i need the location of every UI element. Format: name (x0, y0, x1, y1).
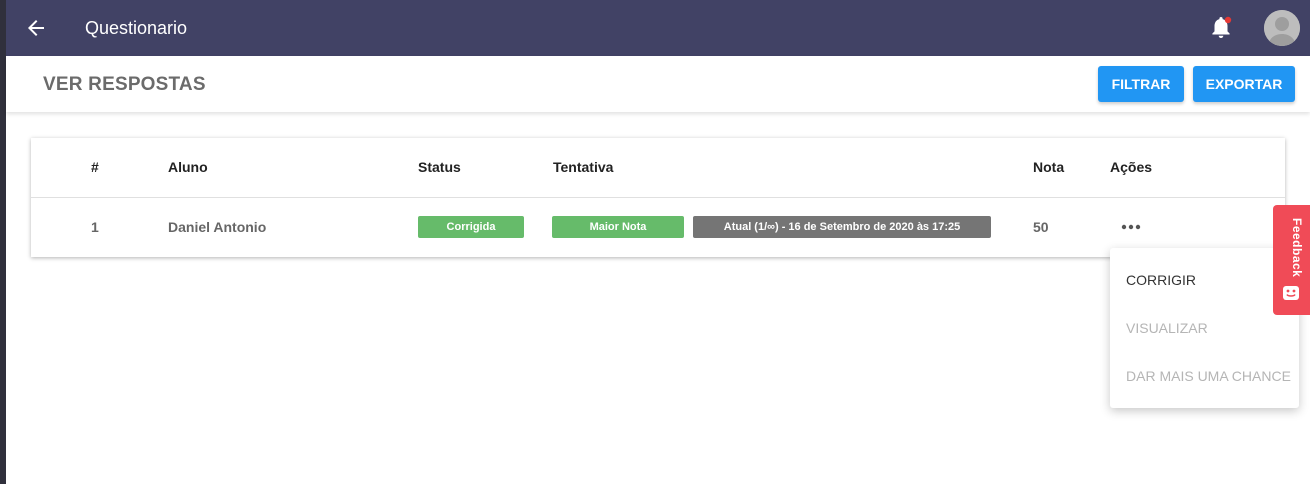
user-silhouette-icon (1264, 10, 1300, 46)
filter-button[interactable]: FILTRAR (1098, 66, 1184, 102)
row-index: 1 (91, 219, 99, 235)
more-horizontal-icon (1121, 224, 1141, 230)
top-app-bar: Questionario (6, 0, 1310, 56)
export-button[interactable]: EXPORTAR (1193, 66, 1295, 102)
feedback-tab[interactable]: Feedback (1273, 205, 1310, 315)
column-header-attempt: Tentativa (553, 159, 614, 175)
menu-item-dar-mais-uma-chance[interactable]: DAR MAIS UMA CHANCE (1126, 368, 1291, 384)
column-header-actions: Ações (1110, 159, 1153, 175)
best-grade-badge: Maior Nota (552, 216, 684, 238)
arrow-left-icon (28, 20, 44, 36)
app-title: Questionario (85, 18, 188, 38)
attempt-badge: Atual (1/∞) - 16 de Setembro de 2020 às … (693, 216, 991, 238)
column-header-student: Aluno (168, 159, 208, 175)
row-grade: 50 (1033, 219, 1049, 235)
row-actions-button[interactable] (1121, 218, 1143, 232)
column-header-grade: Nota (1033, 159, 1065, 175)
column-header-index: # (91, 159, 99, 175)
bell-icon (1212, 16, 1232, 38)
responses-table: # Aluno Status Tentativa Nota Ações 1 Da… (31, 138, 1285, 257)
row-actions-menu: CORRIGIR VISUALIZAR DAR MAIS UMA CHANCE (1110, 248, 1299, 408)
smiley-face-icon (1283, 286, 1299, 300)
notifications-button[interactable] (1207, 14, 1235, 42)
table-divider (31, 197, 1285, 198)
page-title: VER RESPOSTAS (43, 74, 206, 95)
row-student-name: Daniel Antonio (168, 219, 267, 235)
menu-item-corrigir[interactable]: CORRIGIR (1126, 272, 1196, 288)
page-header: VER RESPOSTAS FILTRAR EXPORTAR (6, 56, 1310, 112)
back-button[interactable] (24, 16, 48, 40)
column-header-status: Status (418, 159, 461, 175)
notification-dot (1224, 16, 1232, 24)
menu-item-visualizar[interactable]: VISUALIZAR (1126, 320, 1208, 336)
user-avatar[interactable] (1264, 10, 1300, 46)
feedback-label: Feedback (1290, 218, 1304, 278)
status-badge: Corrigida (418, 216, 524, 238)
